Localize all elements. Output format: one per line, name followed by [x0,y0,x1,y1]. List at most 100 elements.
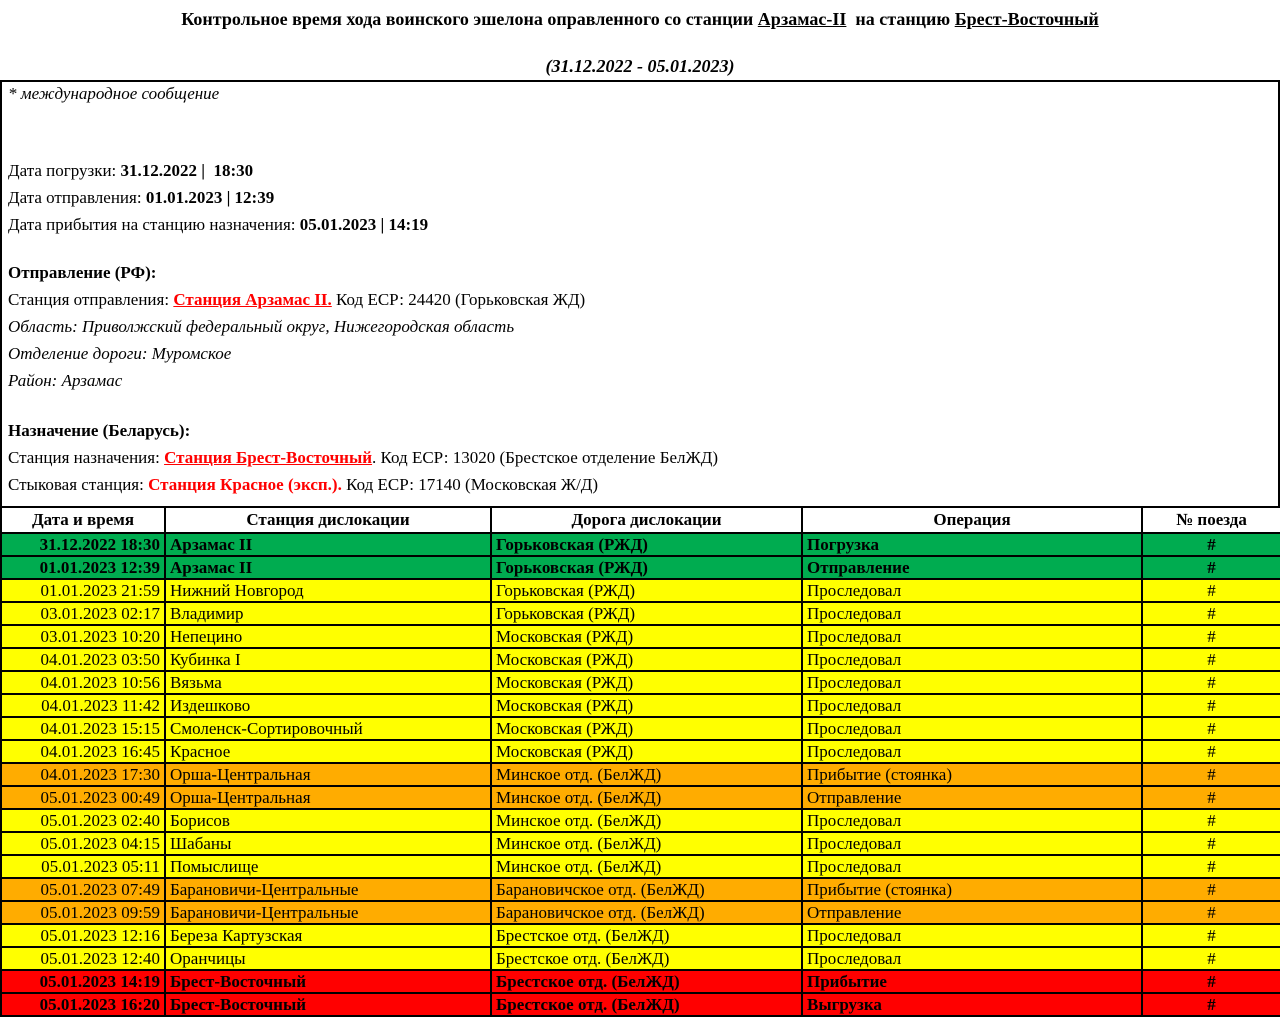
cell-operation: Прибытие (стоянка) [802,763,1142,786]
cell-road: Брестское отд. (БелЖД) [491,924,802,947]
departure-date-label: Дата отправления: [8,188,146,207]
cell-datetime: 05.01.2023 00:49 [1,786,165,809]
cell-train-number: # [1142,602,1280,625]
cell-datetime: 05.01.2023 12:40 [1,947,165,970]
station-table-body: 31.12.2022 18:30 Арзамас II Горьковская … [1,533,1280,1016]
table-row: 05.01.2023 00:49 Орша-Центральная Минско… [1,786,1280,809]
cell-operation: Проследовал [802,579,1142,602]
table-row: 05.01.2023 09:59 Барановичи-Центральные … [1,901,1280,924]
departure-section: Отправление (РФ): Станция отправления: С… [8,263,1278,398]
cell-operation: Отправление [802,901,1142,924]
cell-road: Минское отд. (БелЖД) [491,855,802,878]
cell-station: Красное [165,740,491,763]
key-dates-block: Дата погрузки: 31.12.2022 | 18:30 Дата о… [8,161,1278,242]
cell-road: Горьковская (РЖД) [491,579,802,602]
cell-datetime: 03.01.2023 02:17 [1,602,165,625]
cell-datetime: 03.01.2023 10:20 [1,625,165,648]
cell-operation: Отправление [802,556,1142,579]
table-row: 04.01.2023 10:56 Вязьма Московская (РЖД)… [1,671,1280,694]
cell-train-number: # [1142,970,1280,993]
cell-station: Нижний Новгород [165,579,491,602]
cell-datetime: 05.01.2023 05:11 [1,855,165,878]
table-row: 05.01.2023 07:49 Барановичи-Центральные … [1,878,1280,901]
table-header-row: Дата и время Станция дислокации Дорога д… [1,507,1280,533]
cell-train-number: # [1142,625,1280,648]
cell-operation: Погрузка [802,533,1142,556]
cell-road: Минское отд. (БелЖД) [491,809,802,832]
international-note: * международное сообщение [8,84,1278,104]
table-row: 04.01.2023 16:45 Красное Московская (РЖД… [1,740,1280,763]
table-row: 05.01.2023 14:19 Брест-Восточный Брестск… [1,970,1280,993]
cell-station: Брест-Восточный [165,970,491,993]
cell-station: Помыслище [165,855,491,878]
cell-datetime: 05.01.2023 02:40 [1,809,165,832]
cell-station: Владимир [165,602,491,625]
table-row: 31.12.2022 18:30 Арзамас II Горьковская … [1,533,1280,556]
cell-road: Горьковская (РЖД) [491,556,802,579]
cell-train-number: # [1142,855,1280,878]
cell-station: Арзамас II [165,533,491,556]
cell-train-number: # [1142,763,1280,786]
cell-station: Береза Картузская [165,924,491,947]
cell-train-number: # [1142,878,1280,901]
table-row: 05.01.2023 12:16 Береза Картузская Брест… [1,924,1280,947]
destination-station-link[interactable]: Станция Брест-Восточный [164,448,372,467]
departure-station-rest: Код ЕСР: 24420 (Горьковская ЖД) [332,290,585,309]
departure-station-link[interactable]: Станция Арзамас II. [173,290,331,309]
cell-train-number: # [1142,533,1280,556]
cell-train-number: # [1142,740,1280,763]
cell-road: Минское отд. (БелЖД) [491,786,802,809]
header-datetime: Дата и время [1,507,165,533]
departure-date-line: Дата отправления: 01.01.2023 | 12:39 [8,188,1278,215]
loading-date-line: Дата погрузки: 31.12.2022 | 18:30 [8,161,1278,188]
table-row: 05.01.2023 12:40 Оранчицы Брестское отд.… [1,947,1280,970]
cell-road: Горьковская (РЖД) [491,533,802,556]
departure-station-label: Станция отправления: [8,290,173,309]
junction-station-link[interactable]: Станция Красное (эксп.). [148,475,342,494]
table-row: 05.01.2023 04:15 Шабаны Минское отд. (Бе… [1,832,1280,855]
cell-datetime: 01.01.2023 12:39 [1,556,165,579]
region-line: Область: Приволжский федеральный округ, … [8,317,1278,344]
cell-station: Орша-Центральная [165,786,491,809]
title-station-from: Арзамас-II [758,9,847,29]
cell-operation: Выгрузка [802,993,1142,1016]
cell-station: Борисов [165,809,491,832]
cell-train-number: # [1142,717,1280,740]
cell-road: Московская (РЖД) [491,625,802,648]
destination-heading: Назначение (Беларусь): [8,421,1278,448]
date-range-subtitle: (31.12.2022 - 05.01.2023) [0,56,1280,77]
cell-train-number: # [1142,786,1280,809]
cell-station: Издешково [165,694,491,717]
arrival-date-value: 05.01.2023 | 14:19 [300,215,428,234]
content-box: * международное сообщение Дата погрузки:… [0,80,1280,1014]
cell-train-number: # [1142,556,1280,579]
departure-heading: Отправление (РФ): [8,263,1278,290]
cell-datetime: 31.12.2022 18:30 [1,533,165,556]
loading-date-value: 31.12.2022 | 18:30 [121,161,254,180]
cell-station: Кубинка I [165,648,491,671]
cell-operation: Проследовал [802,924,1142,947]
district-line: Район: Арзамас [8,371,1278,398]
cell-train-number: # [1142,809,1280,832]
cell-road: Брестское отд. (БелЖД) [491,970,802,993]
cell-datetime: 05.01.2023 14:19 [1,970,165,993]
cell-datetime: 04.01.2023 15:15 [1,717,165,740]
cell-datetime: 05.01.2023 12:16 [1,924,165,947]
cell-operation: Проследовал [802,832,1142,855]
table-row: 04.01.2023 03:50 Кубинка I Московская (Р… [1,648,1280,671]
cell-operation: Проследовал [802,740,1142,763]
cell-road: Московская (РЖД) [491,717,802,740]
cell-operation: Проследовал [802,717,1142,740]
cell-datetime: 04.01.2023 03:50 [1,648,165,671]
cell-datetime: 04.01.2023 17:30 [1,763,165,786]
cell-station: Оранчицы [165,947,491,970]
road-division-line: Отделение дороги: Муромское [8,344,1278,371]
cell-datetime: 05.01.2023 16:20 [1,993,165,1016]
table-row: 03.01.2023 02:17 Владимир Горьковская (Р… [1,602,1280,625]
cell-station: Арзамас II [165,556,491,579]
cell-operation: Проследовал [802,625,1142,648]
junction-station-rest: Код ЕСР: 17140 (Московская Ж/Д) [342,475,598,494]
cell-station: Брест-Восточный [165,993,491,1016]
junction-station-label: Стыковая станция: [8,475,148,494]
cell-road: Минское отд. (БелЖД) [491,832,802,855]
